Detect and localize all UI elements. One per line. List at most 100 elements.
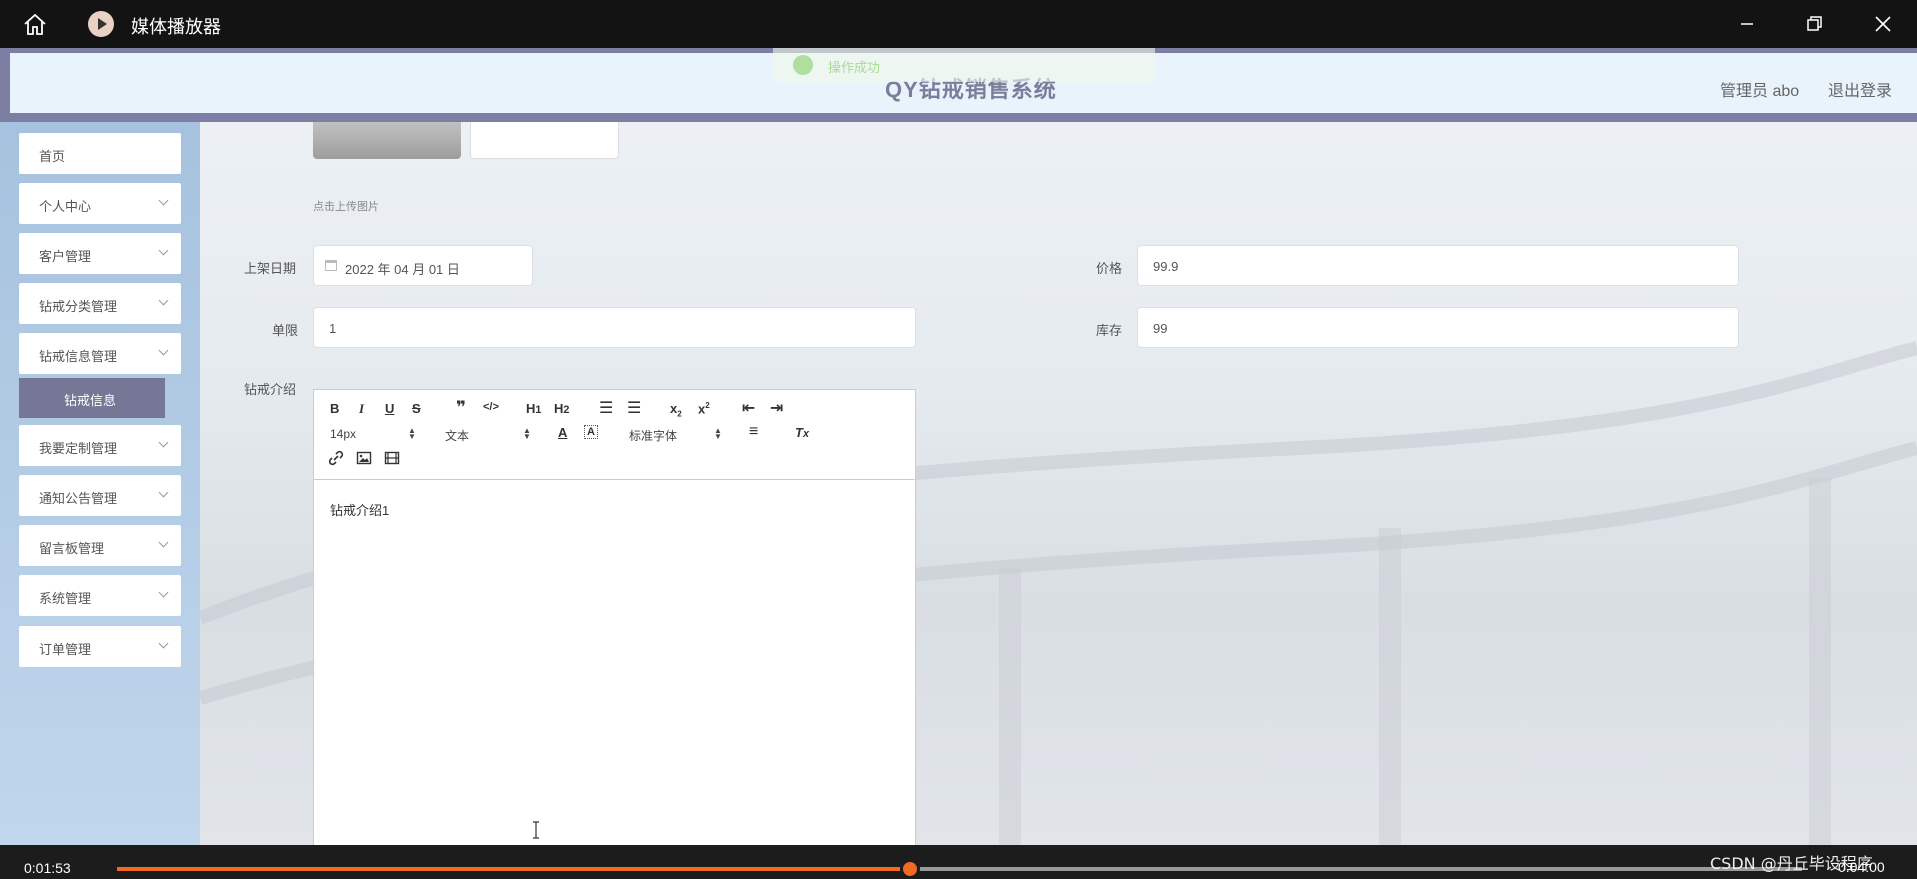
app-content: 点击上传图片 上架日期 2022 年 04 月 01 日 价格 99.9 单限 … [0,48,1917,845]
font-family-value: 标准字体 [629,429,678,443]
price-value: 99.9 [1153,259,1179,274]
sidebar-item-ring-info[interactable]: 钻戒信息管理 [19,333,181,374]
text-cursor-icon [533,821,539,839]
chevron-down-icon [158,345,169,356]
outdent-icon[interactable]: ⇤ [742,398,755,418]
progress-thumb[interactable] [900,859,921,879]
sidebar-item-orders[interactable]: 订单管理 [19,626,181,667]
font-color-icon[interactable]: A [558,425,567,440]
sidebar-item-customization[interactable]: 我要定制管理 [19,425,181,466]
shelf-date-label: 上架日期 [244,261,297,276]
progress-fill [117,867,911,871]
sidebar-subitem-ring-info[interactable]: 钻戒信息 [19,378,165,418]
sidebar-item-message-board[interactable]: 留言板管理 [19,525,181,566]
align-icon[interactable]: ≡ [749,423,758,441]
superscript-icon[interactable]: x2 [698,401,710,416]
italic-icon[interactable]: I [359,401,364,417]
sidebar-item-label: 我要定制管理 [39,441,118,456]
chevron-down-icon [158,195,169,206]
sidebar: 首页 个人中心 客户管理 钻戒分类管理 钻戒信息管理 钻戒信息 我要定制管理 通… [0,122,200,845]
sidebar-item-label: 首页 [39,149,66,164]
chevron-down-icon [158,245,169,256]
ordered-list-icon[interactable]: ☰ [599,398,613,418]
background-color-icon[interactable]: A [584,425,598,439]
blockquote-icon[interactable]: ❞ [456,398,466,418]
sidebar-item-notices[interactable]: 通知公告管理 [19,475,181,516]
sidebar-item-label: 客户管理 [39,249,92,264]
app-header: QY钻戒销售系统 管理员 abo 退出登录 操作成功 [0,48,1917,122]
heading1-icon[interactable]: H1 [526,401,541,416]
sidebar-item-label: 通知公告管理 [39,491,118,506]
chevron-down-icon [158,537,169,548]
success-toast: 操作成功 [773,48,1155,82]
video-icon[interactable] [384,450,400,466]
sidebar-item-system[interactable]: 系统管理 [19,575,181,616]
clear-format-icon[interactable]: Tx [795,425,809,440]
paragraph-select[interactable]: 文本 ▲ ▼ [445,427,531,444]
subscript-icon[interactable]: x2 [670,401,682,419]
font-size-select[interactable]: 14px ▲ ▼ [330,427,416,442]
admin-label: 管理员 abo [1720,83,1800,100]
stock-label: 库存 [1096,323,1123,338]
sidebar-item-label: 钻戒信息管理 [39,349,118,364]
intro-label: 钻戒介绍 [244,382,297,397]
sidebar-item-label: 系统管理 [39,591,92,606]
chevron-down-icon [158,487,169,498]
image-icon[interactable] [356,450,372,466]
link-icon[interactable] [328,450,344,466]
bullet-list-icon[interactable]: ☰ [627,398,641,418]
chevron-down-icon [158,295,169,306]
price-input[interactable]: 99.9 [1137,245,1739,286]
chevron-down-icon [158,587,169,598]
total-time: 0:04:00 [1838,859,1885,875]
strikethrough-icon[interactable]: S [412,401,421,416]
bold-icon[interactable]: B [330,401,339,416]
sidebar-item-customers[interactable]: 客户管理 [19,233,181,274]
progress-bar[interactable] [117,859,1802,879]
price-label: 价格 [1096,261,1123,276]
sidebar-item-ring-categories[interactable]: 钻戒分类管理 [19,283,181,324]
heading2-icon[interactable]: H2 [554,401,569,416]
select-arrows-icon: ▲ ▼ [714,426,722,441]
shelf-date-picker[interactable]: 2022 年 04 月 01 日 [313,245,533,286]
chevron-down-icon [158,437,169,448]
check-icon [793,55,813,75]
limit-value: 1 [329,321,337,336]
indent-icon[interactable]: ⇥ [770,398,783,418]
select-arrows-icon: ▲ ▼ [523,426,531,441]
media-player-logo-icon [88,11,114,37]
background-fence-image [197,341,1917,845]
player-title-bar: 媒体播放器 [0,0,1917,48]
restore-icon[interactable] [1802,12,1826,36]
sidebar-item-home[interactable]: 首页 [19,133,181,174]
editor-content[interactable]: 钻戒介绍1 [330,500,389,519]
sidebar-item-profile[interactable]: 个人中心 [19,183,181,224]
shelf-date-value: 2022 年 04 月 01 日 [345,262,460,277]
sidebar-item-label: 钻戒分类管理 [39,299,118,314]
minimize-icon[interactable] [1735,12,1759,36]
limit-input[interactable]: 1 [313,307,916,348]
player-controls: 0:01:53 CSDN @丹丘毕设程序 0:04:00 [0,845,1917,879]
player-title: 媒体播放器 [131,17,221,38]
toast-text: 操作成功 [828,60,881,75]
sidebar-item-label: 个人中心 [39,199,92,214]
current-time: 0:01:53 [24,860,71,876]
sidebar-item-label: 留言板管理 [39,541,105,556]
sidebar-item-label: 订单管理 [39,642,92,657]
chevron-down-icon [158,638,169,649]
select-arrows-icon: ▲ ▼ [408,426,416,441]
calendar-icon [325,260,337,271]
editor-toolbar: B I U S ❞ </> H1 H2 ☰ ☰ x2 x2 ⇤ ⇥ 14px ▲… [314,390,915,480]
paragraph-value: 文本 [445,429,470,443]
limit-label: 单限 [272,323,299,338]
font-family-select[interactable]: 标准字体 ▲ ▼ [629,427,722,444]
home-icon[interactable] [22,11,48,37]
logout-link[interactable]: 退出登录 [1828,77,1892,101]
stock-input[interactable]: 99 [1137,307,1739,348]
rich-text-editor: B I U S ❞ </> H1 H2 ☰ ☰ x2 x2 ⇤ ⇥ 14px ▲… [313,389,916,845]
underline-icon[interactable]: U [385,401,394,416]
close-icon[interactable] [1871,12,1895,36]
font-size-value: 14px [330,427,357,441]
upload-hint: 点击上传图片 [313,201,379,213]
code-block-icon[interactable]: </> [483,401,499,413]
